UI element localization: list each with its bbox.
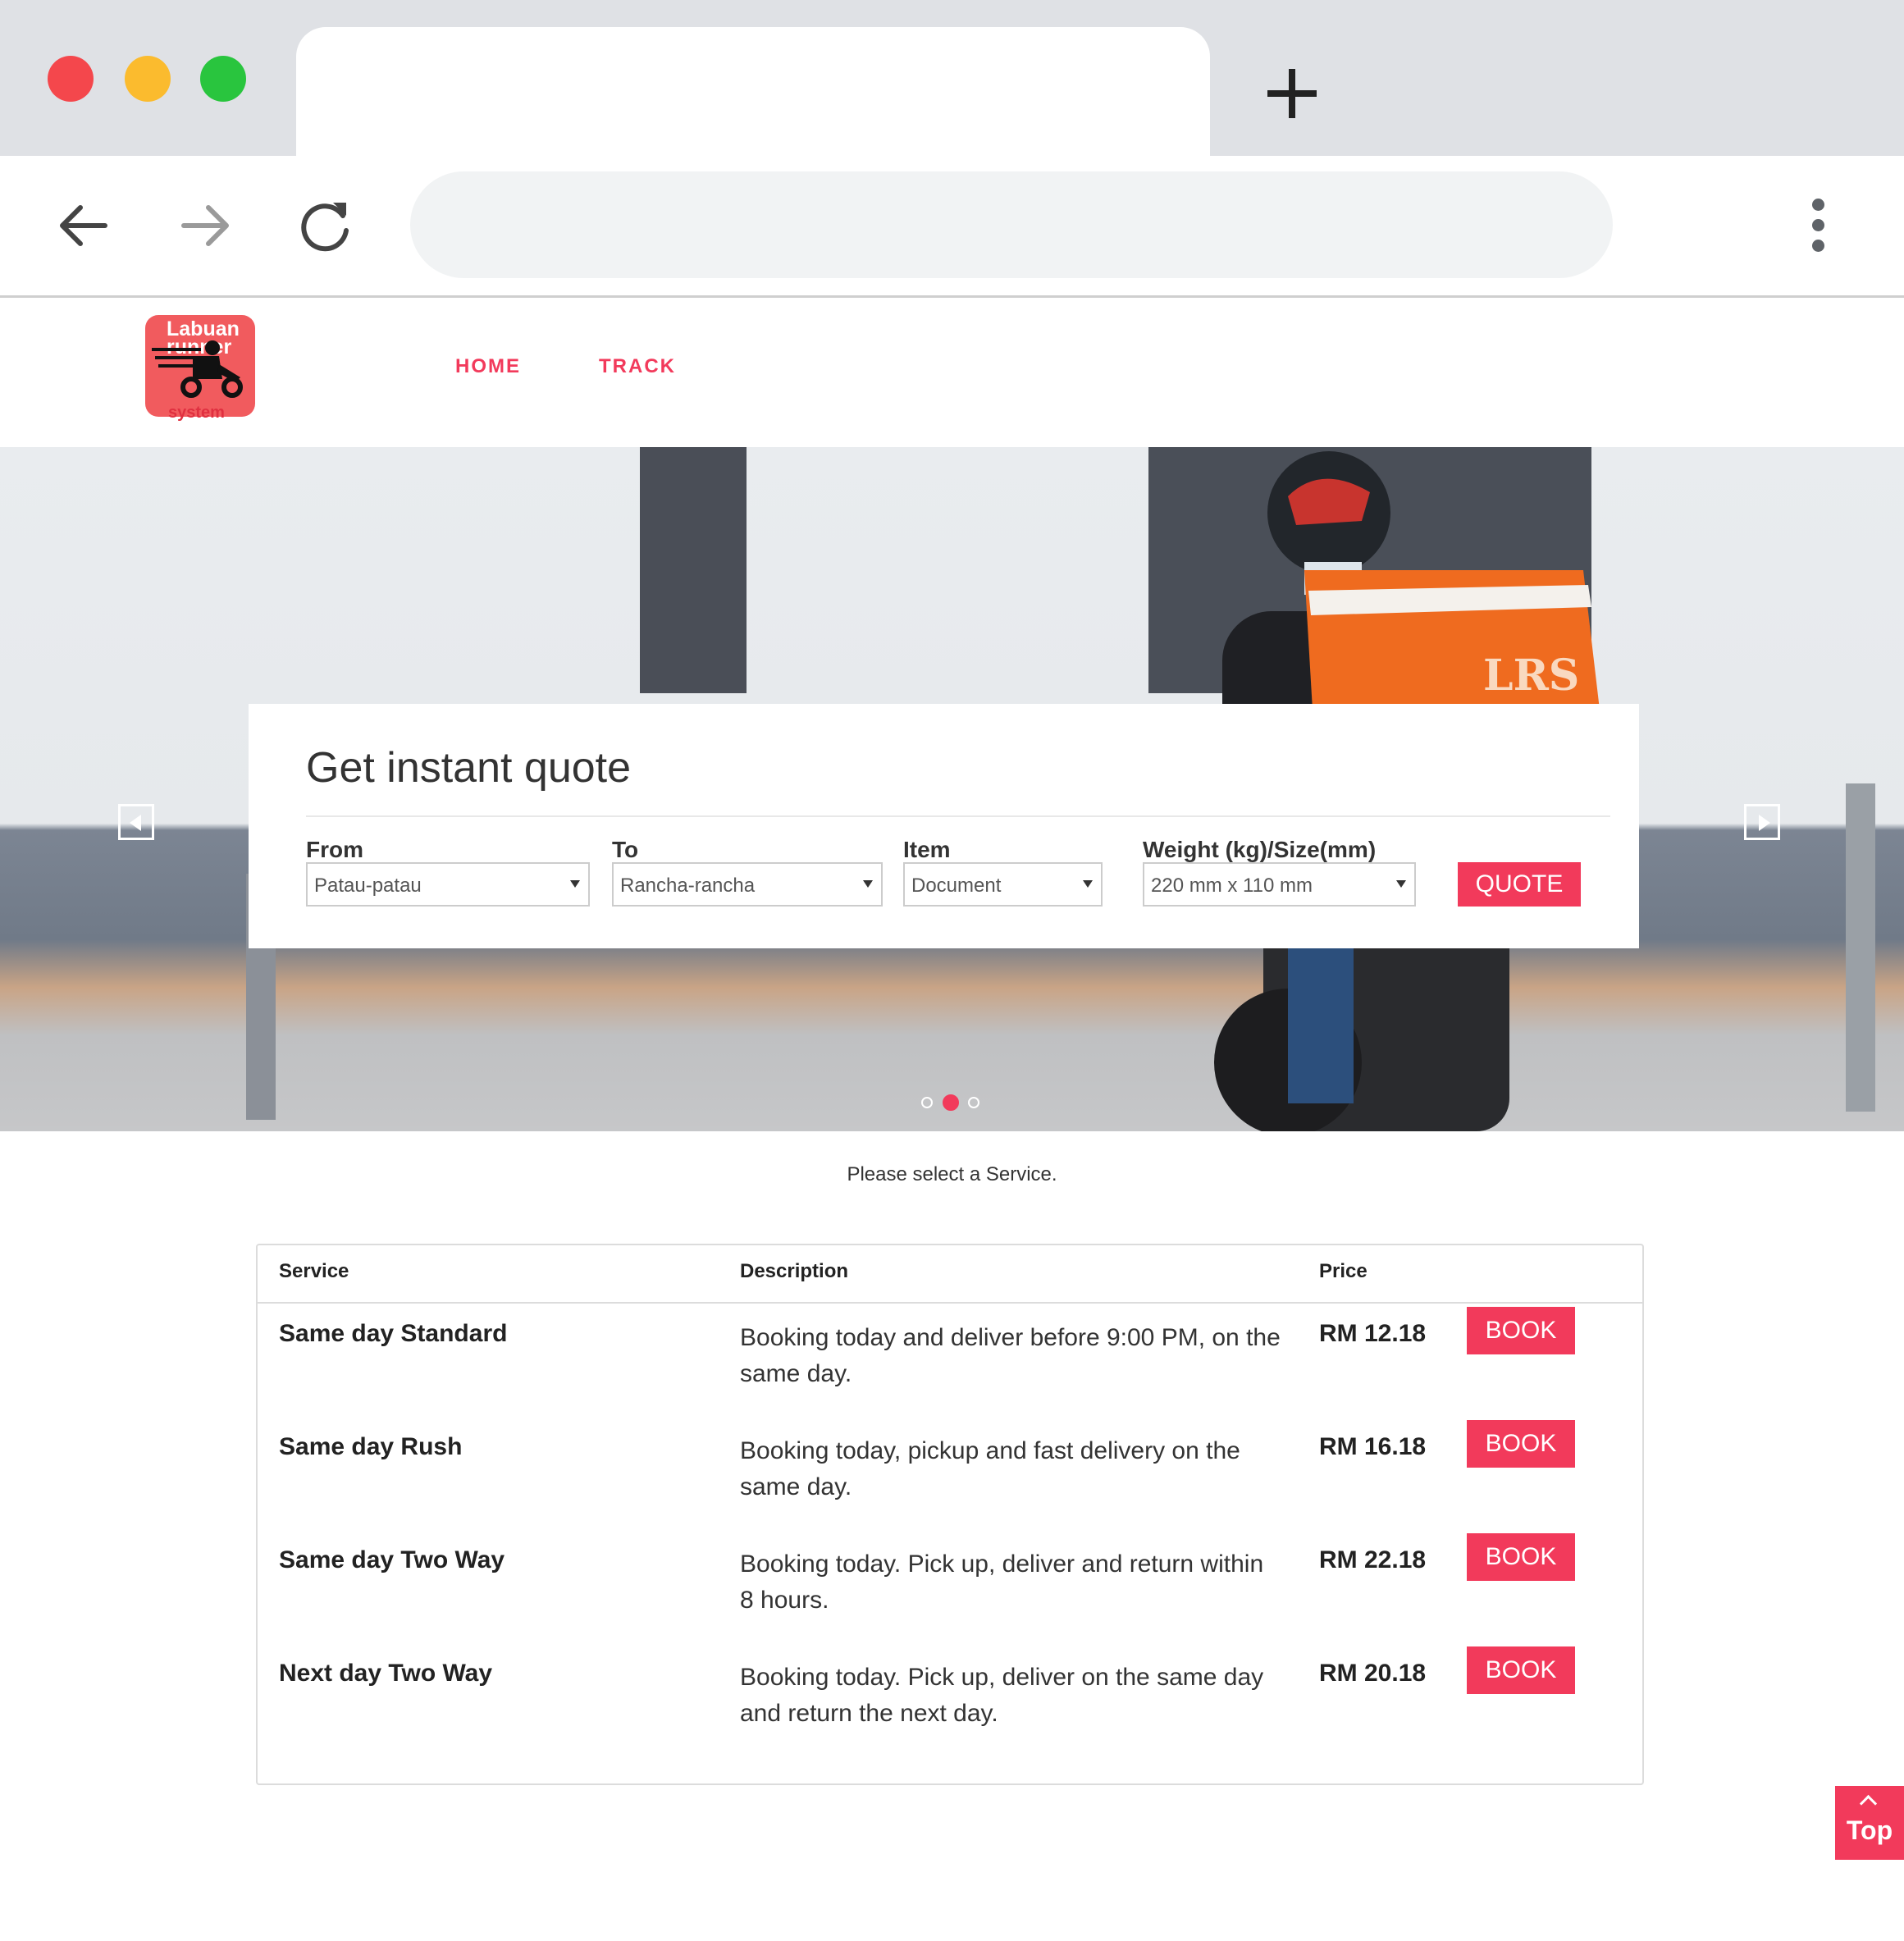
quote-form: Get instant quote From Patau-patau To Ra…: [249, 704, 1639, 948]
service-price: RM 22.18: [1319, 1546, 1427, 1573]
service-name: Same day Rush: [279, 1433, 463, 1460]
forward-arrow-icon[interactable]: [172, 193, 238, 258]
chevron-down-icon: [1083, 880, 1093, 888]
book-button[interactable]: BOOK: [1467, 1420, 1575, 1468]
browser-tab[interactable]: [296, 27, 1210, 156]
chevron-left-icon: [130, 815, 141, 831]
carousel-indicator-1[interactable]: [921, 1097, 933, 1108]
service-price: RM 16.18: [1319, 1433, 1427, 1460]
carousel-indicator-3[interactable]: [968, 1097, 979, 1108]
logo-line-3: system: [168, 404, 225, 422]
item-select[interactable]: Document: [903, 862, 1103, 907]
close-window-button[interactable]: [48, 56, 94, 102]
table-row: Same day Standard Booking today and deli…: [258, 1307, 1642, 1433]
nav-home-link[interactable]: HOME: [455, 355, 521, 378]
back-to-top-button[interactable]: Top: [1835, 1786, 1904, 1860]
chevron-down-icon: [570, 880, 580, 888]
from-label: From: [306, 837, 363, 862]
new-tab-icon[interactable]: [1263, 66, 1321, 123]
to-value: Rancha-rancha: [620, 875, 756, 897]
street-pole: [1846, 783, 1875, 1112]
service-name: Same day Standard: [279, 1320, 508, 1347]
book-button[interactable]: BOOK: [1467, 1533, 1575, 1581]
chevron-up-icon: [1859, 1794, 1878, 1813]
book-button[interactable]: BOOK: [1467, 1646, 1575, 1694]
item-value: Document: [911, 875, 1002, 897]
service-price: RM 20.18: [1319, 1660, 1427, 1687]
to-label: To: [612, 837, 639, 862]
service-name: Next day Two Way: [279, 1660, 493, 1687]
weight-size-label: Weight (kg)/Size(mm): [1143, 837, 1377, 862]
maximize-window-button[interactable]: [200, 56, 246, 102]
nav-track-link[interactable]: TRACK: [599, 355, 676, 378]
table-row: Same day Two Way Booking today. Pick up,…: [258, 1533, 1642, 1660]
column-header-price: Price: [1319, 1260, 1368, 1282]
weight-size-value: 220 mm x 110 mm: [1151, 875, 1313, 897]
bag-text: LRS: [1483, 651, 1579, 701]
courier-scooter-icon: [152, 340, 243, 398]
weight-size-select[interactable]: 220 mm x 110 mm: [1143, 862, 1416, 907]
browser-menu-icon[interactable]: [1801, 197, 1837, 254]
table-row: Next day Two Way Booking today. Pick up,…: [258, 1646, 1642, 1773]
carousel-prev-button[interactable]: [118, 804, 154, 840]
to-select[interactable]: Rancha-rancha: [612, 862, 883, 907]
back-arrow-icon[interactable]: [51, 193, 116, 258]
service-description: Booking today, pickup and fast delivery …: [740, 1437, 1240, 1500]
browser-tab-bar: [0, 0, 1904, 156]
table-header-divider: [258, 1302, 1642, 1304]
site-logo[interactable]: Labuan runner system: [144, 315, 258, 426]
chevron-down-icon: [1396, 880, 1406, 888]
column-header-description: Description: [740, 1260, 849, 1282]
column-header-service: Service: [279, 1260, 349, 1282]
service-description: Booking today. Pick up, deliver and retu…: [740, 1551, 1264, 1614]
carousel-indicator-2[interactable]: [943, 1094, 959, 1111]
table-row: Same day Rush Booking today, pickup and …: [258, 1420, 1642, 1546]
item-label: Item: [903, 837, 951, 862]
address-bar[interactable]: [410, 171, 1613, 278]
carousel-next-button[interactable]: [1744, 804, 1780, 840]
background-gate: [640, 447, 747, 693]
minimize-window-button[interactable]: [125, 56, 171, 102]
service-description: Booking today. Pick up, deliver on the s…: [740, 1664, 1264, 1727]
from-value: Patau-patau: [314, 875, 422, 897]
back-to-top-label: Top: [1846, 1815, 1893, 1845]
book-button[interactable]: BOOK: [1467, 1307, 1575, 1354]
quote-button[interactable]: QUOTE: [1458, 862, 1581, 907]
service-name: Same day Two Way: [279, 1546, 505, 1573]
service-price: RM 12.18: [1319, 1320, 1427, 1347]
service-hint: Please select a Service.: [847, 1163, 1057, 1185]
reload-icon[interactable]: [294, 193, 359, 258]
chevron-right-icon: [1759, 815, 1770, 831]
chevron-down-icon: [863, 880, 873, 888]
service-description: Booking today and deliver before 9:00 PM…: [740, 1324, 1281, 1387]
from-select[interactable]: Patau-patau: [306, 862, 590, 907]
divider: [306, 815, 1610, 817]
quote-title: Get instant quote: [306, 744, 632, 792]
